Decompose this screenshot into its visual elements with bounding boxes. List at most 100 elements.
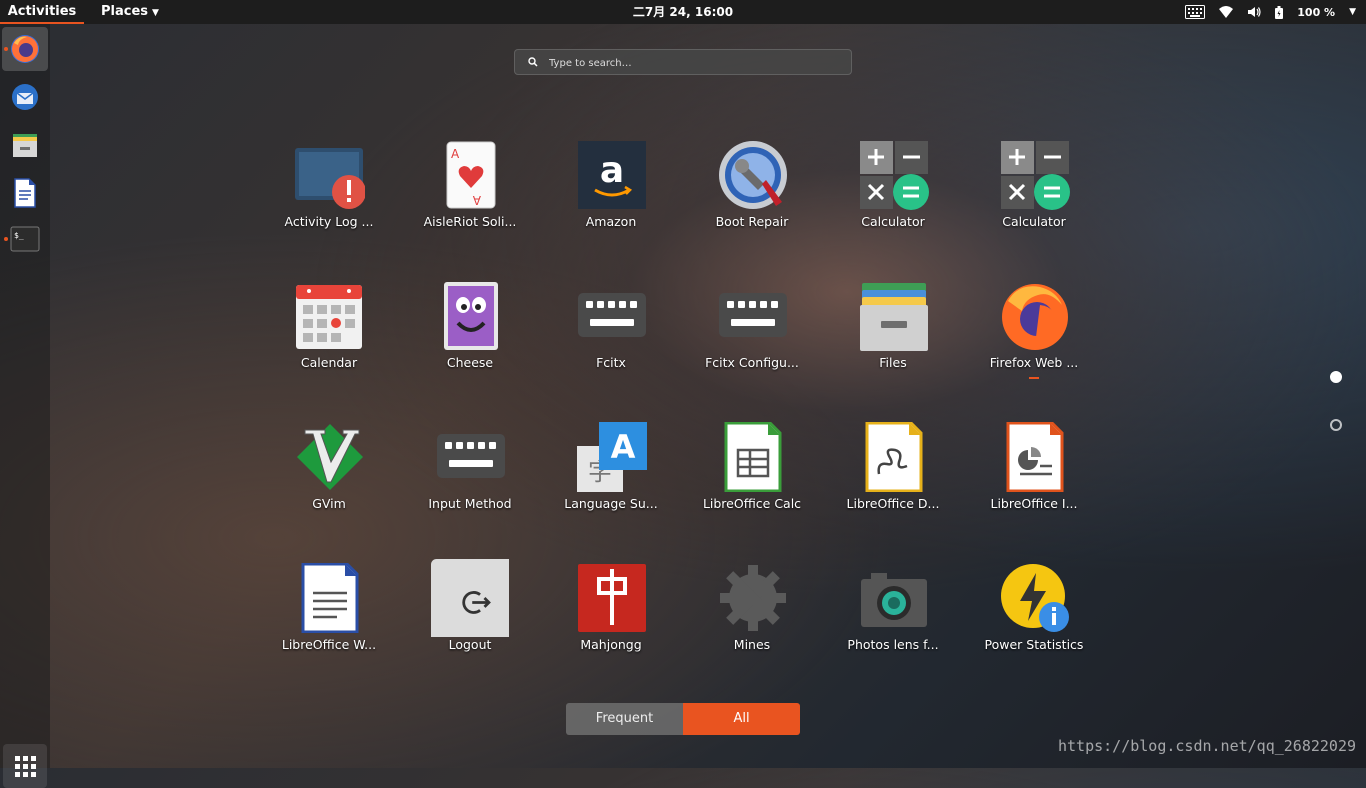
app-calculator[interactable]: Calculator [833,132,953,260]
search-icon [528,57,538,67]
app-libreoffice-impress[interactable]: LibreOffice I... [974,414,1094,542]
app-label: Calculator [861,214,925,229]
files-icon [860,283,928,351]
app-mahjongg[interactable]: Mahjongg [551,555,671,683]
app-firefox[interactable]: Firefox Web ... [974,273,1094,401]
firefox-icon [11,35,39,63]
app-photos-lens[interactable]: Photos lens f... [833,555,953,683]
app-language-support[interactable]: 字A Language Su... [551,414,671,542]
keyboard-icon [578,293,646,337]
app-libreoffice-draw[interactable]: LibreOffice D... [833,414,953,542]
files-icon [13,134,37,157]
libreoffice-draw-icon [865,422,923,492]
app-label: Fcitx Configu... [705,355,799,370]
volume-icon[interactable] [1247,6,1261,18]
app-label: Calendar [300,355,358,370]
places-label: Places [101,4,149,19]
app-label: AisleRiot Soli... [423,214,517,229]
app-activity-log[interactable]: Activity Log ... [269,132,389,260]
app-label: LibreOffice D... [846,496,940,511]
battery-icon[interactable] [1275,5,1284,19]
mines-icon [720,565,786,631]
frequent-tab[interactable]: Frequent [566,703,683,735]
keyboard-icon [719,293,787,337]
calculator-icon [860,141,929,210]
svg-text:$_: $_ [14,231,24,240]
libreoffice-calc-icon [724,422,782,492]
watermark: https://blog.csdn.net/qq_26822029 [1057,737,1356,755]
app-fcitx-config[interactable]: Fcitx Configu... [692,273,812,401]
app-label: Calculator [1002,214,1066,229]
app-label: Power Statistics [984,637,1084,652]
wifi-icon[interactable] [1219,6,1234,18]
libreoffice-impress-icon [1006,422,1064,492]
activity-log-icon [295,148,365,209]
app-label: Files [879,355,907,370]
gvim-icon [297,424,363,490]
svg-text:A: A [611,428,636,466]
app-gvim[interactable]: GVim [269,414,389,542]
page-indicator-1[interactable] [1330,371,1342,383]
dock-item-files[interactable] [2,123,48,167]
system-menu-chevron-icon[interactable]: ▼ [1349,7,1356,17]
all-tab[interactable]: All [683,703,800,735]
app-label: Fcitx [596,355,626,370]
logout-icon [431,559,509,637]
running-indicator [4,237,8,241]
app-libreoffice-writer[interactable]: LibreOffice W... [269,555,389,683]
calculator-icon [1001,141,1070,210]
app-power-statistics[interactable]: Power Statistics [974,555,1094,683]
app-label: Mahjongg [580,637,642,652]
dock-item-thunderbird[interactable] [2,75,48,119]
app-amazon[interactable]: a Amazon [551,132,671,260]
calendar-icon [296,285,362,349]
keyboard-layout-icon[interactable] [1185,5,1206,19]
app-label: Logout [448,637,492,652]
activities-button[interactable]: Activities [0,0,84,24]
power-statistics-icon [1001,564,1069,632]
app-libreoffice-calc[interactable]: LibreOffice Calc [692,414,812,542]
app-label: Cheese [446,355,494,370]
places-menu[interactable]: Places ▼ [101,0,159,25]
keyboard-icon [437,434,505,478]
libreoffice-writer-icon [301,563,359,633]
page-indicator-2[interactable] [1330,419,1342,431]
top-bar: Activities Places ▼ 二7月 24, 16:00 100 % ▼ [0,0,1366,24]
app-label: Boot Repair [715,214,789,229]
dock-item-writer[interactable] [2,171,48,215]
show-applications-button[interactable] [3,744,47,788]
app-label: Language Su... [564,496,658,511]
app-files[interactable]: Files [833,273,953,401]
app-label: Photos lens f... [847,637,939,652]
app-label: GVim [312,496,346,511]
app-mines[interactable]: Mines [692,555,812,683]
app-label: Mines [733,637,771,652]
amazon-icon: a [578,141,646,209]
svg-text:A: A [472,193,481,207]
dock-item-firefox[interactable] [2,27,48,71]
clock[interactable]: 二7月 24, 16:00 [633,5,733,19]
terminal-icon: $_ [10,226,40,252]
system-tray[interactable]: 100 % ▼ [1185,0,1356,24]
app-label: Activity Log ... [284,214,374,229]
firefox-icon [1002,284,1068,350]
search-input[interactable] [547,53,841,73]
running-indicator [1029,377,1039,379]
search-bar[interactable] [514,49,852,75]
app-calculator-2[interactable]: Calculator [974,132,1094,260]
app-label: LibreOffice I... [990,496,1078,511]
app-boot-repair[interactable]: Boot Repair [692,132,812,260]
dock-item-terminal[interactable]: $_ [2,217,48,261]
app-input-method[interactable]: Input Method [410,414,530,542]
dock: $_ [0,24,50,788]
svg-text:A: A [451,147,460,161]
app-aisleriot[interactable]: A A AisleRiot Soli... [410,132,530,260]
boot-repair-icon [719,141,787,209]
app-fcitx[interactable]: Fcitx [551,273,671,401]
app-label: LibreOffice Calc [702,496,802,511]
chevron-down-icon: ▼ [152,8,159,18]
app-logout[interactable]: Logout [410,555,530,683]
app-cheese[interactable]: Cheese [410,273,530,401]
app-calendar[interactable]: Calendar [269,273,389,401]
app-label: Input Method [428,496,512,511]
